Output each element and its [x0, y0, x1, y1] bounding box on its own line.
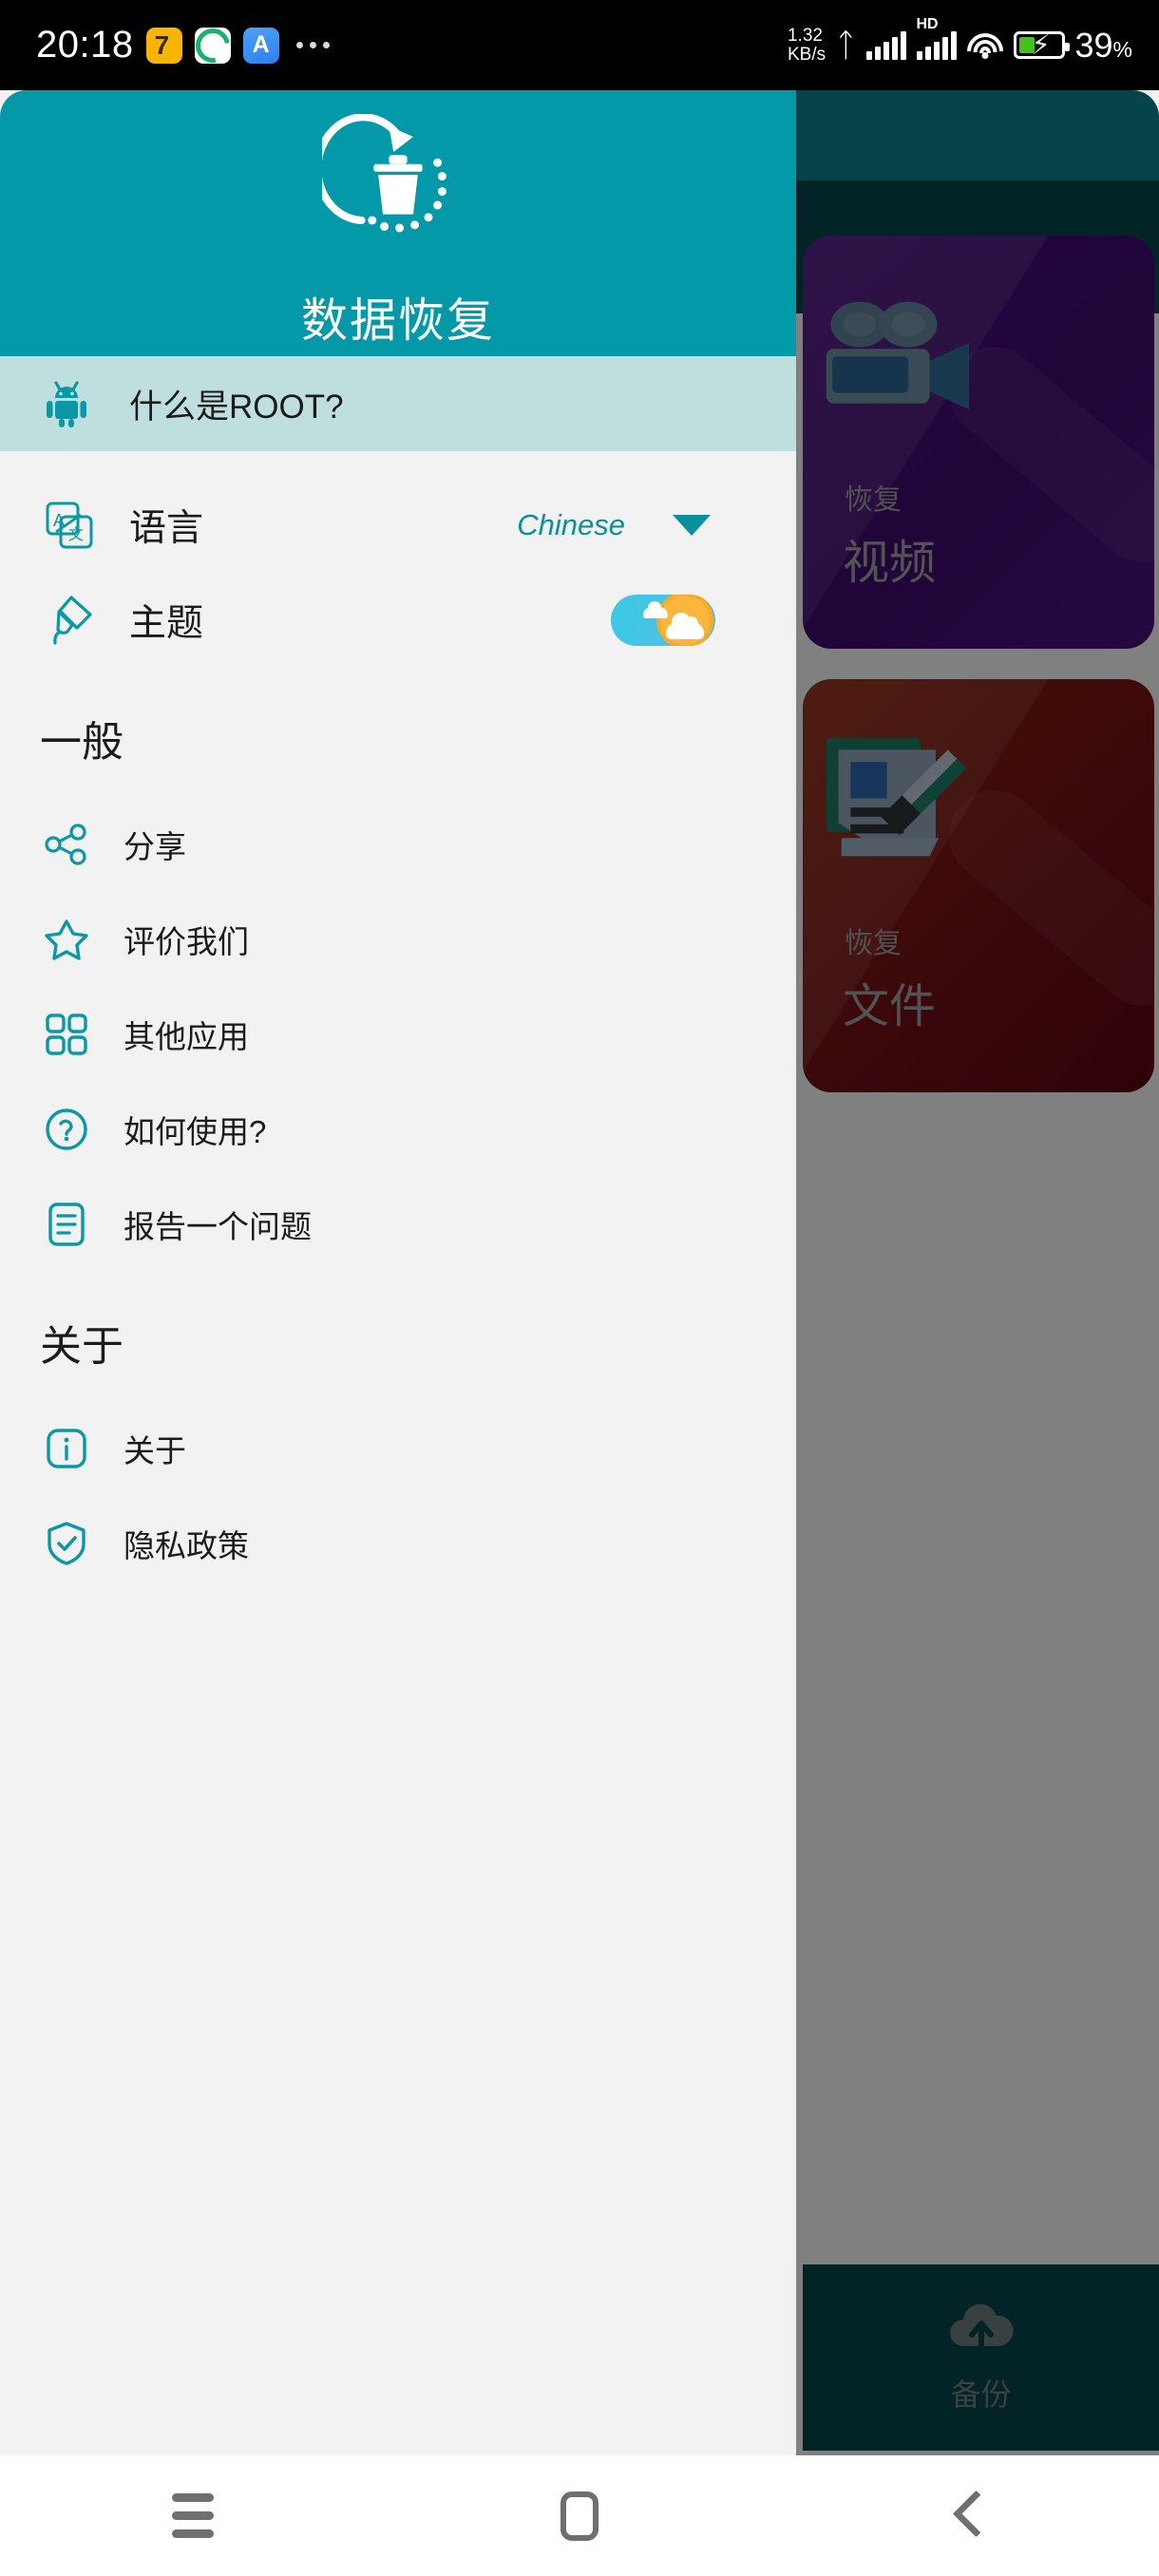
- drawer-item-label: 主题: [129, 603, 204, 644]
- section-heading-general: 一般: [40, 719, 124, 766]
- report-document-icon: [48, 1203, 85, 1246]
- green-app-icon: [194, 27, 231, 64]
- drawer-item-how-to-use[interactable]: 如何使用?: [0, 1082, 796, 1177]
- network-speed-unit: KB/s: [787, 44, 826, 65]
- drawer-item-label: 分享: [124, 829, 186, 864]
- android-robot-icon: [47, 381, 86, 427]
- drawer-item-about[interactable]: 关于: [0, 1401, 796, 1496]
- drawer-item-theme[interactable]: 主题: [0, 573, 796, 668]
- translate-icon: A 文: [46, 502, 93, 549]
- drawer-item-label: 如何使用?: [124, 1114, 267, 1149]
- status-bar-left: 20:18: [36, 24, 330, 66]
- language-value[interactable]: Chinese: [517, 508, 625, 542]
- network-speed-value: 1.32: [787, 25, 823, 46]
- drawer-item-rate-us[interactable]: 评价我们: [0, 892, 796, 987]
- android-navigation-bar: [0, 2455, 1159, 2576]
- wifi-icon: [966, 31, 1003, 60]
- battery-charging-icon: ⚡: [1013, 31, 1070, 60]
- drawer-item-label: 语言: [129, 508, 204, 549]
- bluetooth-icon: ᛏ: [836, 27, 856, 64]
- drawer-item-label: 隐私政策: [124, 1528, 249, 1563]
- network-speed: 1.32 KB/s: [787, 25, 826, 65]
- navigation-drawer: 数据恢复 什么是ROOT? A 文 语言 Chinese 主题 一般 分享 评价…: [0, 90, 796, 2455]
- status-clock: 20:18: [36, 24, 134, 66]
- cat-app-icon: [145, 27, 182, 64]
- drawer-item-language[interactable]: A 文 语言 Chinese: [0, 478, 796, 573]
- large-cloud-icon: [666, 613, 704, 639]
- small-cloud-icon: [643, 601, 668, 618]
- drawer-item-privacy-policy[interactable]: 隐私政策: [0, 1496, 796, 1591]
- recents-button[interactable]: [136, 2455, 250, 2576]
- signal-bars-icon: [865, 30, 906, 60]
- drawer-app-title: 数据恢复: [300, 294, 495, 347]
- trash-restore-icon: [322, 113, 446, 232]
- back-icon: [952, 2491, 980, 2541]
- share-icon: [45, 824, 86, 865]
- chevron-down-icon[interactable]: [673, 515, 711, 536]
- blue-app-icon: [242, 27, 279, 64]
- theme-toggle-switch[interactable]: [611, 595, 715, 646]
- recents-icon: [172, 2493, 215, 2538]
- drawer-item-label: 评价我们: [124, 924, 249, 959]
- home-button[interactable]: [522, 2455, 636, 2576]
- info-icon: [47, 1429, 86, 1468]
- battery-percent: 39%: [1074, 25, 1133, 65]
- grid-apps-icon: [46, 1013, 87, 1055]
- home-icon: [560, 2491, 598, 2541]
- paint-brush-icon: [53, 596, 92, 645]
- shield-check-icon: [48, 1522, 86, 1565]
- back-button[interactable]: [909, 2455, 1023, 2576]
- drawer-item-label: 什么是ROOT?: [129, 388, 344, 426]
- drawer-item-label: 关于: [124, 1433, 186, 1468]
- svg-text:文: 文: [68, 526, 84, 543]
- drawer-item-what-is-root[interactable]: 什么是ROOT?: [0, 356, 796, 451]
- drawer-item-other-apps[interactable]: 其他应用: [0, 987, 796, 1082]
- hd-signal-icon: HD: [916, 16, 957, 60]
- drawer-item-report-problem[interactable]: 报告一个问题: [0, 1177, 796, 1272]
- phone-screen: 恢复 视频 恢复 文件 备份 20:18 7 A 1.32 KB/s ᛏ HD …: [0, 0, 1159, 2576]
- drawer-item-label: 其他应用: [124, 1019, 249, 1054]
- drawer-scrim-overlay[interactable]: [796, 180, 1159, 2546]
- section-heading-about: 关于: [40, 1323, 124, 1370]
- star-icon: [45, 919, 88, 960]
- question-circle-icon: [46, 1108, 87, 1150]
- status-bar-right: 1.32 KB/s ᛏ HD ⚡ 39%: [787, 16, 1133, 66]
- status-bar: 20:18 1.32 KB/s ᛏ HD ⚡ 39%: [0, 0, 1159, 90]
- drawer-item-label: 报告一个问题: [124, 1209, 312, 1244]
- drawer-item-share[interactable]: 分享: [0, 797, 796, 892]
- more-notifications-icon: [295, 42, 330, 48]
- drawer-header: 数据恢复: [0, 90, 796, 356]
